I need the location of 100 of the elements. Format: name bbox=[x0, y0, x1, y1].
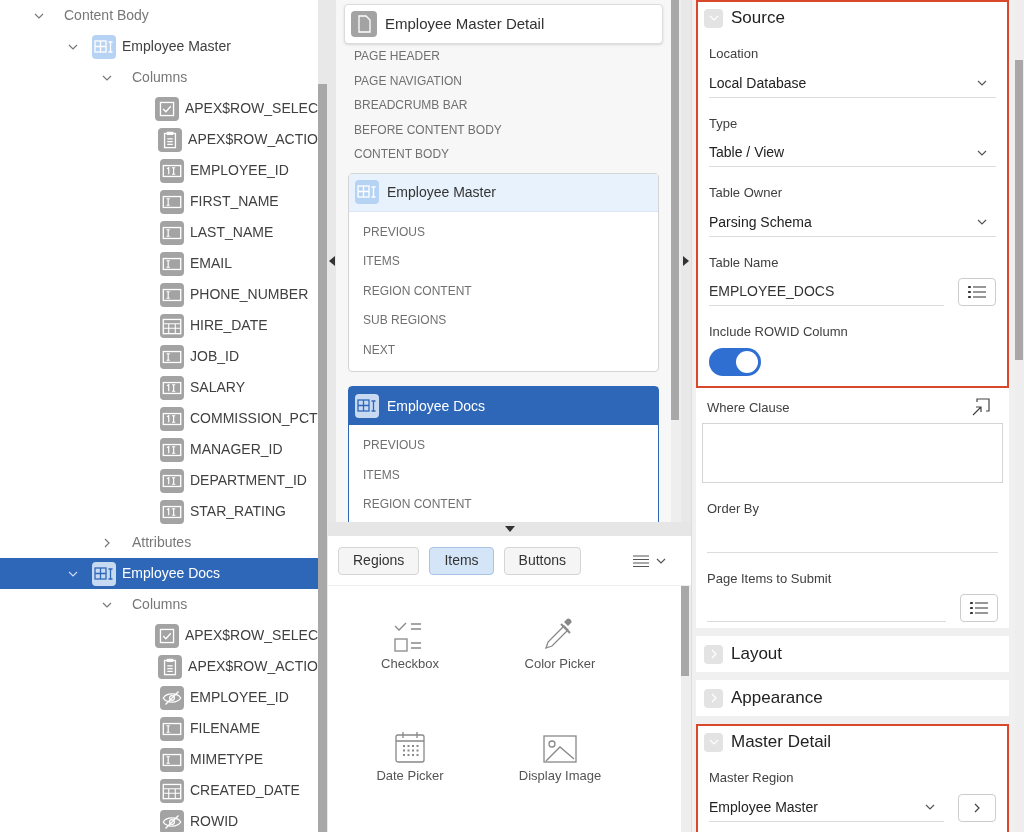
region-title: Employee Docs bbox=[387, 396, 486, 416]
tree-item[interactable]: APEX$ROW_SELEC bbox=[0, 620, 318, 651]
tree-item[interactable]: FILENAME bbox=[0, 713, 318, 744]
text-field-icon bbox=[160, 747, 184, 772]
select-field[interactable]: Employee Master bbox=[709, 793, 944, 822]
gallery-tab[interactable]: Buttons bbox=[503, 546, 582, 575]
tree-item[interactable]: Columns bbox=[0, 62, 318, 93]
textarea-field[interactable] bbox=[702, 423, 1003, 483]
tree-item[interactable]: Employee Master bbox=[0, 31, 318, 62]
list-button[interactable] bbox=[960, 594, 998, 622]
region-grid-icon bbox=[355, 180, 379, 204]
tree-item[interactable]: PHONE_NUMBER bbox=[0, 279, 318, 310]
region-card-header[interactable]: Employee Docs bbox=[349, 387, 658, 425]
scrollbar-thumb[interactable] bbox=[671, 0, 679, 420]
slot-label: SUB REGIONS bbox=[362, 312, 448, 329]
section-header[interactable]: Appearance bbox=[698, 682, 1007, 714]
list-button[interactable] bbox=[958, 278, 996, 306]
gallery-item[interactable]: Date Picker bbox=[340, 716, 480, 828]
field-label: Master Region bbox=[709, 769, 794, 787]
tree-item[interactable]: EMAIL bbox=[0, 248, 318, 279]
section-header[interactable]: Layout bbox=[698, 638, 1007, 670]
tree-item[interactable]: Columns bbox=[0, 589, 318, 620]
field-label: Table Name bbox=[709, 253, 779, 272]
clipboard-icon bbox=[158, 654, 183, 679]
tree-item[interactable]: ROWID bbox=[0, 806, 318, 832]
tree-item[interactable]: LAST_NAME bbox=[0, 217, 318, 248]
region-grid-icon bbox=[355, 394, 379, 418]
tree-item[interactable]: COMMISSION_PCT bbox=[0, 403, 318, 434]
scrollbar-thumb[interactable] bbox=[1015, 60, 1023, 360]
select-field[interactable]: Local Database bbox=[709, 69, 996, 98]
gallery-item[interactable]: Color Picker bbox=[490, 604, 630, 716]
tree-item[interactable]: SALARY bbox=[0, 372, 318, 403]
position-label: CONTENT BODY bbox=[354, 146, 451, 163]
field-label: Type bbox=[709, 114, 738, 133]
tree-item[interactable]: Attributes bbox=[0, 527, 318, 558]
page-card[interactable]: Employee Master Detail bbox=[344, 4, 663, 44]
tree-item[interactable]: STAR_RATING bbox=[0, 496, 318, 527]
checkbox-icon bbox=[154, 623, 179, 648]
section-header[interactable]: Master Detail bbox=[698, 726, 1007, 758]
go-to-button[interactable] bbox=[958, 793, 996, 822]
list-icon bbox=[968, 285, 986, 299]
gallery-tab[interactable]: Regions bbox=[338, 546, 420, 575]
text-field-icon bbox=[160, 251, 184, 276]
select-field[interactable]: Parsing Schema bbox=[709, 208, 996, 237]
region-grid-icon bbox=[92, 34, 116, 59]
position-label: BEFORE CONTENT BODY bbox=[354, 121, 503, 139]
tree-item[interactable]: DEPARTMENT_ID bbox=[0, 465, 318, 496]
tree-item[interactable]: MANAGER_ID bbox=[0, 434, 318, 465]
scrollbar-thumb[interactable] bbox=[681, 586, 689, 676]
tree-item[interactable]: APEX$ROW_ACTIO bbox=[0, 124, 318, 155]
slot-label: PREVIOUS bbox=[362, 437, 426, 454]
slot-label: PREVIOUS bbox=[362, 223, 426, 241]
tree-item[interactable]: EMPLOYEE_ID bbox=[0, 682, 318, 713]
slot-label: ITEMS bbox=[362, 466, 401, 484]
list-icon bbox=[970, 601, 988, 615]
page-icon bbox=[351, 11, 377, 37]
tree-item[interactable]: EMPLOYEE_ID bbox=[0, 155, 318, 186]
field-label: Include ROWID Column bbox=[709, 323, 848, 341]
collapse-right-icon[interactable] bbox=[683, 256, 689, 266]
splitter-arrow-icon[interactable] bbox=[504, 526, 515, 532]
gallery-item[interactable]: Display Image bbox=[490, 716, 630, 828]
tree-item[interactable]: Employee Docs bbox=[0, 558, 318, 589]
region-card[interactable]: Employee Master PREVIOUS ITEMS REGION CONTENT SUB REGIONS NEXT bbox=[348, 172, 659, 372]
position-label: PAGE NAVIGATION bbox=[354, 72, 464, 90]
checkbox-icon bbox=[154, 96, 179, 121]
field-label: Table Owner bbox=[709, 184, 782, 202]
field-label: Order By bbox=[707, 500, 759, 518]
region-card-header[interactable]: Employee Master bbox=[349, 173, 658, 212]
expand-icon[interactable] bbox=[972, 397, 990, 416]
tree-item[interactable]: MIMETYPE bbox=[0, 744, 318, 775]
field-label: Page Items to Submit bbox=[707, 569, 832, 588]
text-field-icon bbox=[160, 220, 184, 245]
text-field[interactable]: EMPLOYEE_DOCS bbox=[709, 278, 944, 306]
region-title: Employee Master bbox=[387, 182, 496, 202]
tree-item[interactable]: JOB_ID bbox=[0, 341, 318, 372]
slot-label: ITEMS bbox=[362, 253, 401, 270]
image-icon bbox=[542, 734, 578, 764]
calendar-icon bbox=[160, 313, 184, 338]
number-field-icon bbox=[160, 158, 184, 183]
tree-item[interactable]: HIRE_DATE bbox=[0, 310, 318, 341]
gallery-item[interactable]: Checkbox bbox=[340, 604, 480, 716]
select-field[interactable]: Table / View bbox=[709, 139, 996, 167]
region-card[interactable]: Employee Docs PREVIOUS ITEMS REGION CONTENT bbox=[348, 386, 659, 522]
number-field-icon bbox=[160, 375, 184, 400]
number-field-icon bbox=[160, 468, 184, 493]
number-field-icon bbox=[160, 437, 184, 462]
gallery-tab[interactable]: Items bbox=[429, 546, 494, 575]
number-field-icon bbox=[160, 406, 184, 431]
field-label: Location bbox=[709, 45, 759, 63]
tree-item[interactable]: CREATED_DATE bbox=[0, 775, 318, 806]
tree-item[interactable]: Content Body bbox=[0, 0, 318, 31]
calendar-icon bbox=[160, 778, 184, 803]
tree-item[interactable]: FIRST_NAME bbox=[0, 186, 318, 217]
tree-item[interactable]: APEX$ROW_ACTIO bbox=[0, 651, 318, 682]
section-header[interactable]: Source bbox=[698, 2, 1007, 34]
slot-label: REGION CONTENT bbox=[362, 282, 473, 300]
scrollbar-thumb[interactable] bbox=[318, 84, 327, 832]
tree-item[interactable]: APEX$ROW_SELEC bbox=[0, 93, 318, 124]
slot-label: NEXT bbox=[362, 341, 396, 359]
toggle-switch[interactable] bbox=[709, 347, 761, 376]
